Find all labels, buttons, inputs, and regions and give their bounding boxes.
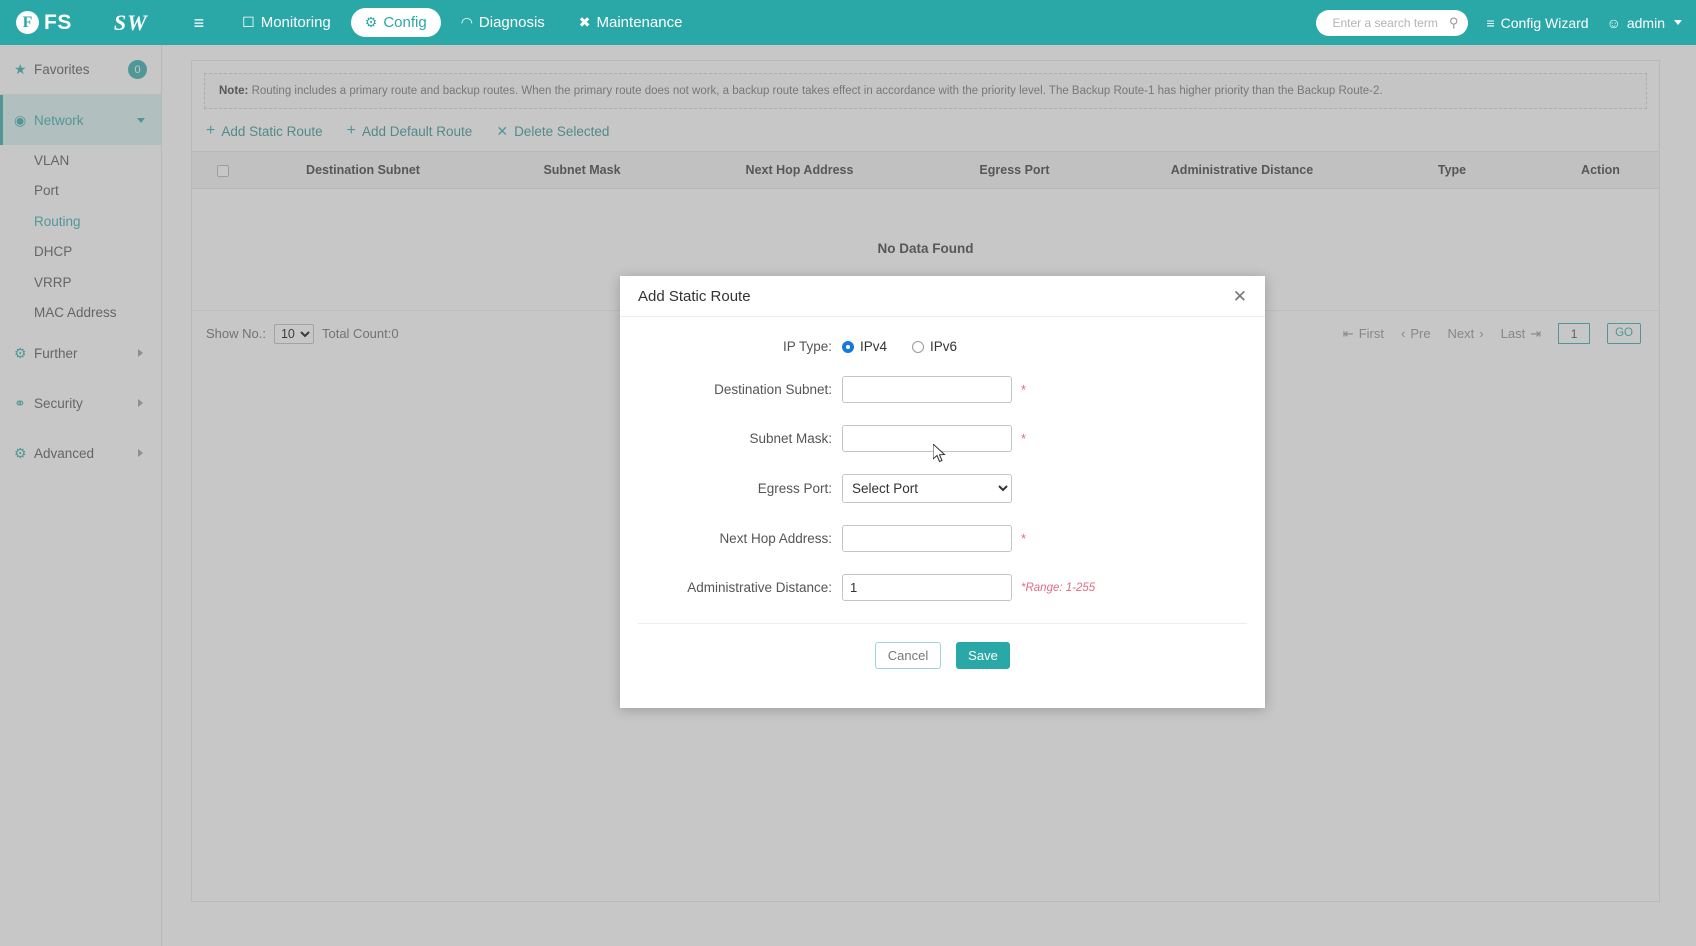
fs-logo-text: FS (44, 10, 72, 34)
cancel-button[interactable]: Cancel (875, 642, 941, 669)
ip-type-label: IP Type: (782, 339, 832, 354)
top-header-bar: F FS SW ≡ ☐ Monitoring ⚙ Config ◠ Diagno… (0, 0, 1696, 45)
egress-port-label: Egress Port: (757, 481, 832, 496)
stethoscope-icon: ◠ (460, 14, 473, 30)
save-button[interactable]: Save (956, 642, 1010, 669)
nav-item-config[interactable]: ⚙ Config (350, 8, 441, 37)
egress-port-select[interactable]: Select Port (842, 474, 1012, 503)
required-asterisk: * (1021, 531, 1027, 546)
administrative-distance-label: Administrative Distance: (687, 580, 832, 595)
menu-collapse-icon[interactable]: ≡ (194, 14, 205, 32)
radio-ipv4-indicator (842, 340, 854, 353)
account-menu[interactable]: ☺ admin (1607, 15, 1682, 31)
subnet-mask-input[interactable] (842, 425, 1012, 452)
nav-item-monitoring[interactable]: ☐ Monitoring (228, 8, 345, 37)
nav-label-config: Config (383, 14, 427, 31)
range-hint-text: Range: 1-255 (1025, 581, 1096, 594)
fs-logo-mark: F (16, 11, 39, 34)
nav-item-diagnosis[interactable]: ◠ Diagnosis (447, 8, 559, 37)
dialog-footer: Cancel Save (620, 624, 1265, 669)
ip-type-radio-group: IPv4 IPv6 (842, 339, 957, 354)
required-asterisk: * (1021, 382, 1027, 397)
field-row-destination-subnet: Destination Subnet: * (620, 376, 1265, 403)
search-box[interactable]: ⚲ (1316, 9, 1469, 36)
destination-subnet-label: Destination Subnet: (714, 382, 832, 397)
account-label: admin (1626, 14, 1665, 31)
nav-item-maintenance[interactable]: ✖ Maintenance (565, 8, 697, 37)
field-row-egress-port: Egress Port: Select Port (620, 474, 1265, 503)
radio-ipv6-label: IPv6 (930, 339, 958, 354)
dialog-title: Add Static Route (638, 287, 751, 305)
search-icon[interactable]: ⚲ (1449, 15, 1459, 31)
radio-ipv6-indicator (912, 340, 925, 353)
next-hop-address-label: Next Hop Address: (719, 531, 832, 546)
main-nav: ☐ Monitoring ⚙ Config ◠ Diagnosis ✖ Main… (228, 8, 696, 37)
user-icon: ☺ (1606, 14, 1621, 31)
nav-label-diagnosis: Diagnosis (478, 14, 545, 31)
radio-ipv4[interactable]: IPv4 (842, 339, 887, 354)
add-static-route-dialog: Add Static Route ✕ IP Type: IPv4 IPv6 De… (620, 276, 1265, 708)
subnet-mask-label: Subnet Mask: (749, 431, 832, 446)
radio-ipv4-label: IPv4 (860, 339, 888, 354)
administrative-distance-hint: *Range: 1-255 (1021, 582, 1095, 594)
administrative-distance-input[interactable] (842, 574, 1012, 601)
required-asterisk: * (1021, 431, 1027, 446)
wizard-icon: ≡ (1486, 14, 1495, 31)
dialog-body: IP Type: IPv4 IPv6 Destination Subnet: *… (620, 317, 1265, 669)
gear-icon: ⚙ (364, 14, 378, 30)
field-row-subnet-mask: Subnet Mask: * (620, 425, 1265, 452)
field-row-ip-type: IP Type: IPv4 IPv6 (620, 339, 1265, 354)
field-row-next-hop-address: Next Hop Address: * (620, 525, 1265, 552)
nav-label-monitoring: Monitoring (260, 14, 331, 31)
search-input[interactable] (1330, 14, 1449, 31)
destination-subnet-input[interactable] (842, 376, 1012, 403)
dialog-header: Add Static Route ✕ (620, 276, 1265, 317)
header-right-tools: ⚲ ≡ Config Wizard ☺ admin (1316, 9, 1682, 36)
next-hop-address-input[interactable] (842, 525, 1012, 552)
config-wizard-label: Config Wizard (1500, 14, 1589, 31)
product-label: SW (113, 9, 148, 35)
monitor-icon: ☐ (242, 14, 255, 30)
config-wizard-button[interactable]: ≡ Config Wizard (1486, 15, 1588, 31)
fs-logo[interactable]: F FS (16, 11, 72, 35)
close-icon[interactable]: ✕ (1233, 288, 1247, 305)
field-row-administrative-distance: Administrative Distance: *Range: 1-255 (620, 574, 1265, 601)
nav-label-maintenance: Maintenance (596, 14, 683, 31)
chevron-down-icon (1674, 20, 1682, 25)
radio-ipv6[interactable]: IPv6 (912, 339, 957, 354)
wrench-icon: ✖ (578, 14, 591, 30)
